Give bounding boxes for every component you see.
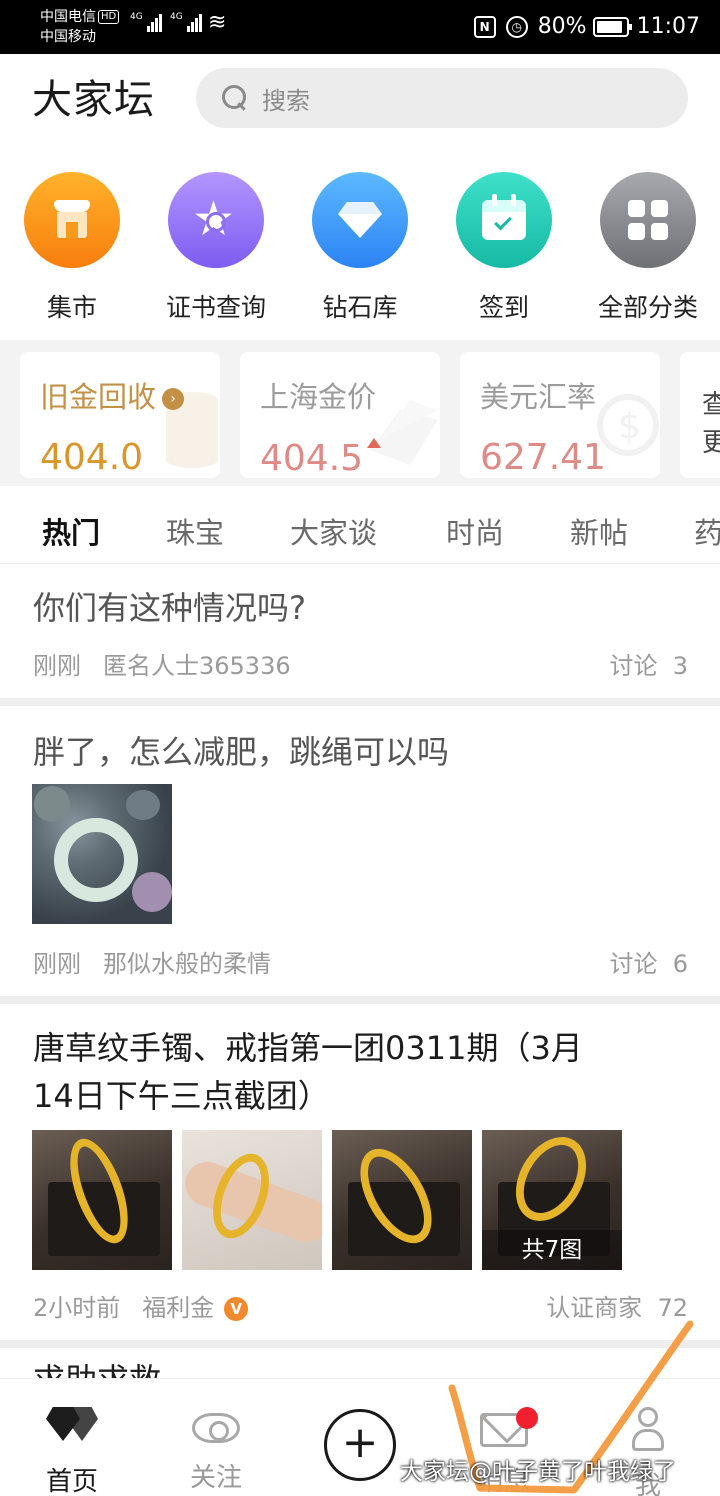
post-count: 讨论 6 [609, 950, 688, 978]
tab-jewelry[interactable]: 珠宝 [166, 510, 224, 552]
eye-icon [192, 1413, 240, 1443]
signal-icon-2: 4G [170, 12, 203, 32]
post-meta: 2小时前 福利金 V [33, 1288, 270, 1323]
publish-button[interactable]: + [324, 1409, 396, 1481]
price-value: 404.5 [260, 438, 382, 478]
price-card-gold-recycle[interactable]: 旧金回收 › 404.0 [20, 352, 220, 478]
post-image[interactable] [32, 784, 172, 924]
diamond-icon [312, 172, 408, 268]
certificate-icon: ★ [168, 172, 264, 268]
price-title: 旧金回收 › [40, 374, 185, 416]
calendar-check-icon [456, 172, 552, 268]
status-right: N ◷ 80% 11:07 [473, 12, 700, 42]
alarm-icon: ◷ [505, 16, 528, 38]
price-card-more[interactable]: 查更 [680, 352, 720, 478]
nav-follow[interactable]: 关注 [144, 1407, 288, 1494]
post-image[interactable]: 共7图 [482, 1130, 622, 1270]
post-title: 唐草纹手镯、戒指第一团0311期（3月 14日下午三点截团） [33, 1029, 583, 1115]
shop-icon [24, 172, 120, 268]
battery-percent: 80% [537, 14, 587, 39]
carrier-2: 中国移动 [40, 29, 96, 45]
price-card-shanghai-gold[interactable]: 上海金价 404.5 [240, 352, 440, 478]
search-icon [222, 85, 248, 111]
signal-icon-1: 4G [130, 12, 163, 32]
notification-dot [516, 1407, 538, 1429]
post-meta: 刚刚 那似水般的柔情 [33, 950, 271, 978]
search-bar[interactable]: 搜索 [196, 68, 688, 128]
category-diamond[interactable]: 钻石库 [288, 170, 432, 324]
category-all[interactable]: 全部分类 [576, 170, 720, 324]
more-label: 查更 [702, 390, 720, 458]
category-label: 钻石库 [322, 293, 398, 322]
feed-tabs: 热门 珠宝 大家谈 时尚 新帖 药 [0, 492, 720, 564]
status-bar: 中国电信 HD 中国移动 4G 4G ≋ N ◷ 80% 11:07 [0, 0, 720, 54]
network-type-2: 4G [170, 12, 183, 22]
post-item[interactable]: 胖了，怎么减肥，跳绳可以吗 刚刚 那似水般的柔情 讨论 6 [0, 706, 720, 996]
post-title: 胖了，怎么减肥，跳绳可以吗 [33, 733, 450, 771]
tab-hot[interactable]: 热门 [42, 510, 100, 552]
category-label: 全部分类 [597, 293, 698, 322]
post-item[interactable]: 唐草纹手镯、戒指第一团0311期（3月 14日下午三点截团） 共7图 2小时前福… [0, 1004, 720, 1340]
nav-label: 关注 [189, 1463, 242, 1493]
svg-text:$: $ [618, 406, 641, 447]
carrier-info: 中国电信 HD 中国移动 [40, 7, 120, 47]
post-image[interactable] [32, 1130, 172, 1270]
price-title: 美元汇率 [480, 380, 597, 414]
tab-fashion[interactable]: 时尚 [446, 510, 504, 552]
post-count: 讨论 3 [609, 652, 688, 680]
post-image[interactable] [332, 1130, 472, 1270]
category-label: 集市 [46, 293, 97, 322]
post-count: 认证商家 72 [546, 1294, 688, 1322]
watermark: 大家坛@叶子黄了叶我绿了 [400, 1459, 676, 1485]
post-item[interactable]: 你们有这种情况吗? 刚刚 匿名人士365336 讨论 3 [0, 564, 720, 698]
price-value: 627.41 [480, 437, 606, 478]
tab-more[interactable]: 药 [694, 510, 720, 552]
tab-discussion[interactable]: 大家谈 [290, 510, 377, 552]
post-title-peek[interactable]: 求助求救 [33, 1356, 161, 1380]
verified-badge-icon: V [224, 1297, 249, 1321]
person-icon [628, 1407, 668, 1451]
home-icon [46, 1407, 98, 1447]
category-certificate[interactable]: ★ 证书查询 [144, 170, 288, 324]
divider [0, 1340, 720, 1348]
post-image[interactable] [182, 1130, 322, 1270]
price-card-usd-rate[interactable]: $ 美元汇率 627.41 [460, 352, 660, 478]
image-count: 共7图 [482, 1230, 622, 1270]
post-meta: 刚刚 匿名人士365336 [33, 652, 291, 680]
clock: 11:07 [636, 14, 700, 39]
category-label: 签到 [478, 293, 529, 322]
divider [0, 996, 720, 1004]
search-placeholder: 搜索 [262, 86, 310, 115]
grid-icon [600, 172, 696, 268]
price-cards: 旧金回收 › 404.0 上海金价 404.5 $ 美元汇率 627.41 查更 [0, 340, 720, 486]
category-market[interactable]: 集市 [0, 170, 144, 324]
network-type-1: 4G [130, 12, 143, 22]
divider [0, 698, 720, 706]
post-title: 你们有这种情况吗? [33, 589, 306, 627]
hd-badge: HD [98, 10, 120, 24]
nfc-icon: N [473, 16, 496, 38]
chevron-right-icon: › [162, 388, 185, 410]
carrier-1: 中国电信 [40, 9, 96, 25]
wifi-icon: ≋ [208, 10, 227, 35]
price-value: 404.0 [40, 437, 144, 478]
nav-label: 首页 [45, 1467, 98, 1496]
category-row: 集市 ★ 证书查询 钻石库 签到 全部分类 [0, 170, 720, 330]
nav-home[interactable]: 首页 [0, 1407, 144, 1496]
category-signin[interactable]: 签到 [432, 170, 576, 324]
up-arrow-icon [367, 438, 382, 448]
app-logo: 大家坛 [32, 77, 155, 123]
tab-new-posts[interactable]: 新帖 [570, 510, 628, 552]
price-title: 上海金价 [260, 380, 377, 414]
battery-icon [592, 17, 632, 37]
category-label: 证书查询 [165, 293, 266, 322]
